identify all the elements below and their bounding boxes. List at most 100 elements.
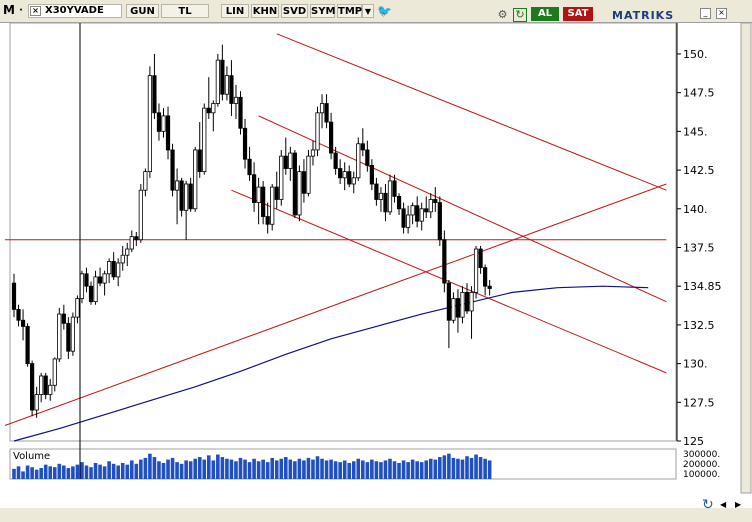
candle — [75, 298, 80, 318]
candle — [102, 273, 107, 284]
right-scrollbar[interactable] — [740, 22, 752, 494]
volume-bar — [315, 456, 320, 479]
volume-bar — [89, 467, 93, 479]
candle — [392, 180, 397, 197]
volume-bar — [288, 459, 293, 479]
volume-bar — [234, 461, 238, 479]
volume-bar — [356, 458, 361, 479]
candle — [365, 149, 370, 166]
candle — [48, 384, 53, 395]
volume-bar — [211, 460, 216, 479]
candle — [310, 149, 316, 157]
candle — [374, 183, 379, 200]
volume-bar — [424, 460, 429, 479]
candle — [156, 112, 162, 132]
candle — [455, 298, 461, 318]
price-tick-label: 140. — [683, 203, 708, 216]
volume-bar — [469, 457, 474, 479]
candle — [473, 248, 479, 293]
price-tick-label: 130. — [683, 358, 708, 371]
volume-bar — [361, 460, 365, 479]
volume-bar — [134, 463, 139, 479]
candle — [265, 216, 270, 225]
volume-bar — [129, 460, 134, 479]
volume-bar — [306, 457, 311, 479]
candle — [342, 171, 347, 179]
candle — [301, 171, 307, 194]
refresh-status-icon[interactable]: ↻ — [702, 498, 716, 512]
candle — [297, 171, 302, 216]
candle — [478, 248, 483, 269]
price-tick-label: 145. — [683, 125, 708, 138]
volume-bar — [12, 468, 16, 479]
candle — [424, 208, 429, 213]
candle — [401, 208, 406, 228]
candle — [442, 239, 447, 284]
volume-bar — [487, 460, 492, 479]
volume-bar — [34, 469, 39, 479]
volume-bar — [338, 462, 342, 479]
candle — [188, 183, 193, 210]
price-chart[interactable]: Volume 125 127.5 130. 132.5 134.85 137.5 140. 1… — [0, 0, 752, 508]
volume-bar — [351, 461, 356, 479]
volume-bar — [438, 457, 442, 479]
candle — [161, 115, 166, 132]
candle — [43, 375, 48, 395]
candle — [215, 59, 220, 104]
volume-bar — [297, 458, 302, 479]
volume-tick-label: 100000. — [683, 470, 720, 480]
candle — [383, 192, 388, 213]
volume-bar — [175, 462, 179, 479]
volume-bar — [143, 457, 148, 479]
candle — [338, 168, 343, 179]
candle — [460, 291, 465, 318]
volume-bar — [179, 463, 184, 479]
status-bar: ↻ ◀ ▶ — [0, 498, 752, 522]
volume-bar — [451, 457, 456, 479]
volume-bar — [116, 465, 120, 479]
left-scroll-icon[interactable]: ◀ — [720, 500, 726, 509]
candle — [238, 96, 243, 129]
volume-bar — [57, 463, 62, 479]
candle — [446, 282, 451, 321]
volume-bar — [84, 465, 89, 479]
candle — [116, 262, 121, 278]
volume-bar — [460, 459, 465, 479]
volume-bar — [39, 468, 43, 479]
price-tick-label: 127.5 — [683, 396, 715, 409]
candle — [256, 186, 261, 203]
date-axis — [10, 483, 676, 505]
volume-bar — [256, 461, 261, 479]
volume-bar — [419, 462, 424, 479]
candle — [242, 127, 248, 160]
volume-bar — [347, 462, 352, 479]
volume-bar — [365, 462, 370, 479]
candle — [387, 180, 393, 213]
volume-bar — [279, 458, 284, 479]
candle — [356, 143, 361, 179]
volume-bar — [166, 459, 170, 479]
candle — [319, 103, 325, 114]
candle — [57, 313, 62, 360]
volume-bar — [474, 454, 478, 479]
candle — [143, 171, 148, 191]
volume-bar — [311, 459, 315, 479]
candle — [88, 285, 94, 303]
volume-bar — [274, 460, 279, 479]
volume-bar — [333, 461, 338, 479]
candle — [251, 174, 257, 203]
volume-bar — [125, 464, 130, 479]
candle — [84, 273, 89, 287]
candle — [134, 236, 139, 241]
volume-bar — [465, 456, 469, 479]
candle — [229, 75, 234, 104]
candle — [487, 285, 492, 289]
right-scroll-icon[interactable]: ▶ — [735, 500, 741, 509]
volume-bar — [225, 458, 229, 479]
price-tick-label: 150. — [683, 48, 708, 61]
volume-bar — [238, 457, 243, 479]
candle — [25, 326, 30, 364]
candle — [170, 149, 175, 191]
candle — [410, 205, 415, 216]
candle — [406, 214, 411, 228]
